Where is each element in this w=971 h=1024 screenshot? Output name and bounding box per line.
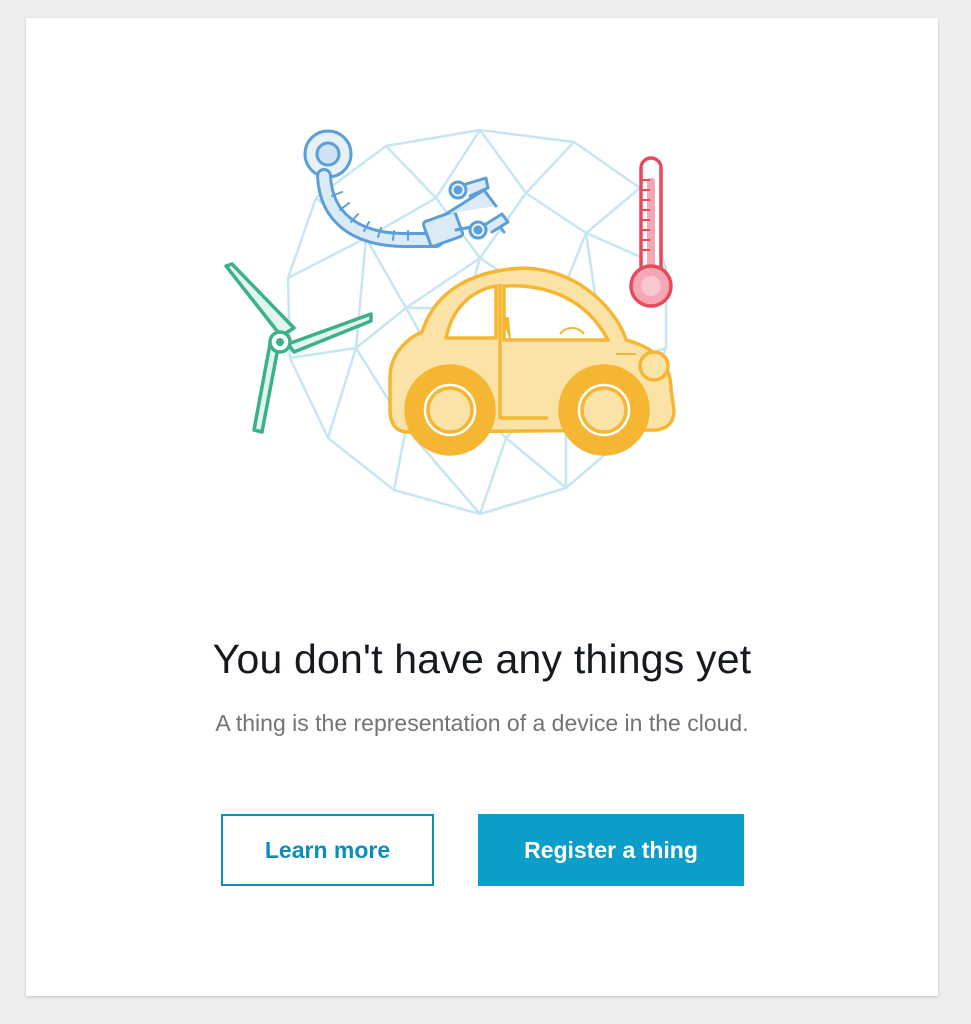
learn-more-button[interactable]: Learn more <box>221 814 434 886</box>
empty-state-title: You don't have any things yet <box>212 636 752 682</box>
register-thing-button[interactable]: Register a thing <box>478 814 744 886</box>
empty-state-illustration <box>224 128 676 516</box>
empty-state-description: A thing is the representation of a devic… <box>215 710 749 736</box>
robotic-arm-icon <box>303 129 510 248</box>
empty-state-card: You don't have any things yet A thing is… <box>26 18 938 996</box>
car-icon <box>388 266 676 456</box>
thermometer-icon <box>629 156 673 308</box>
